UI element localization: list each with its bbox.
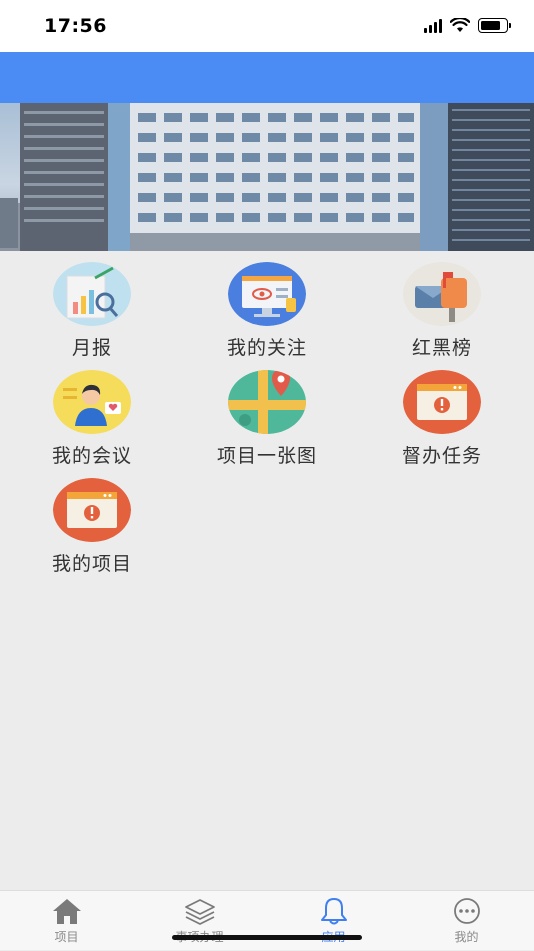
tab-label: 项目 <box>54 930 79 944</box>
wifi-icon <box>450 18 470 32</box>
app-my-project[interactable]: 我的项目 <box>3 474 181 575</box>
tab-bar: 项目 事项办理 应用 我的 <box>0 890 534 950</box>
battery-icon <box>478 18 511 33</box>
tab-matters[interactable]: 事项办理 <box>133 891 266 951</box>
home-icon <box>52 899 81 924</box>
app-label: 我的会议 <box>51 445 132 467</box>
app-monthly-report[interactable]: 月报 <box>3 258 181 359</box>
app-my-follow[interactable]: 我的关注 <box>178 258 356 359</box>
tab-apps[interactable]: 应用 <box>267 891 400 951</box>
header-bar <box>0 52 534 103</box>
red-black-list-icon <box>403 262 481 326</box>
tab-mine[interactable]: 我的 <box>400 891 533 951</box>
bell-icon <box>320 898 347 925</box>
app-label: 月报 <box>71 337 112 359</box>
project-map-icon <box>228 370 306 434</box>
supervision-task-icon <box>403 370 481 434</box>
app-label: 项目一张图 <box>216 445 317 467</box>
monthly-report-icon <box>53 262 131 326</box>
app-label: 督办任务 <box>401 445 482 467</box>
tab-label: 我的 <box>454 930 479 944</box>
home-indicator <box>172 935 362 940</box>
app-supervision-task[interactable]: 督办任务 <box>353 366 531 467</box>
app-label: 我的项目 <box>51 553 132 575</box>
app-my-meeting[interactable]: 我的会议 <box>3 366 181 467</box>
app-label: 红黑榜 <box>411 337 472 359</box>
app-project-map[interactable]: 项目一张图 <box>178 366 356 467</box>
my-project-icon <box>53 478 131 542</box>
status-icons <box>424 18 511 33</box>
more-icon <box>453 898 480 924</box>
tab-project[interactable]: 项目 <box>0 891 133 951</box>
my-meeting-icon <box>53 370 131 434</box>
app-red-black-list[interactable]: 红黑榜 <box>353 258 531 359</box>
my-follow-icon <box>228 262 306 326</box>
banner-image <box>0 103 534 251</box>
cellular-signal-icon <box>424 18 442 33</box>
status-bar: 17:56 <box>0 0 534 52</box>
app-label: 我的关注 <box>226 337 307 359</box>
layers-icon <box>184 899 215 925</box>
status-time: 17:56 <box>44 15 107 37</box>
